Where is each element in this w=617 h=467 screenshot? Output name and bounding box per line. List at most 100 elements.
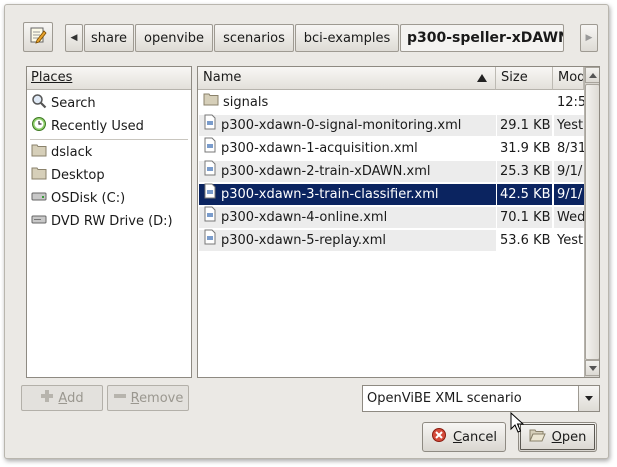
arrow-left-icon: ◀ xyxy=(70,33,78,43)
column-header-label: Name xyxy=(203,70,242,85)
file-name: p300-xdawn-5-replay.xml xyxy=(221,233,387,248)
crumb-openvibe[interactable]: openvibe xyxy=(135,24,213,52)
file-size: 25.3 KB xyxy=(500,164,551,179)
place-dvd-drive[interactable]: DVD RW Drive (D:) xyxy=(29,210,189,232)
file-name-cell: signals xyxy=(201,91,496,114)
places-header-label: Places xyxy=(31,70,73,85)
file-row[interactable]: p300-xdawn-0-signal-monitoring.xml 29.1 … xyxy=(198,114,584,137)
add-bookmark-button[interactable]: Add xyxy=(21,385,103,411)
file-name: p300-xdawn-3-train-classifier.xml xyxy=(221,187,439,202)
file-size: 42.5 KB xyxy=(500,187,551,202)
crumb-share[interactable]: share xyxy=(84,24,134,52)
cancel-button[interactable]: Cancel xyxy=(422,422,506,452)
file-modified: 12:5 xyxy=(557,95,584,110)
column-header-modified[interactable]: Mod xyxy=(553,67,584,90)
file-modified: 9/1/ xyxy=(557,164,583,179)
file-chooser-dialog: ◀ share openvibe scenarios bci-examples … xyxy=(4,4,609,459)
file-size: 29.1 KB xyxy=(500,118,551,133)
minus-icon xyxy=(113,389,127,407)
path-scroll-left-button[interactable]: ◀ xyxy=(65,24,83,52)
folder-icon xyxy=(31,143,47,161)
search-icon xyxy=(31,93,47,113)
crumb-bci-examples[interactable]: bci-examples xyxy=(295,24,399,52)
place-recently-used[interactable]: Recently Used xyxy=(29,115,189,137)
file-name-cell: p300-xdawn-5-replay.xml xyxy=(201,229,496,252)
remove-label: Remove xyxy=(130,390,184,406)
file-row-selected[interactable]: p300-xdawn-3-train-classifier.xml 42.5 K… xyxy=(198,183,584,206)
cancel-label: Cancel xyxy=(452,429,498,445)
places-header[interactable]: Places xyxy=(27,67,191,90)
scroll-up-button[interactable] xyxy=(585,67,599,83)
place-label: OSDisk (C:) xyxy=(51,190,126,206)
scroll-down-button[interactable] xyxy=(585,360,599,376)
folder-icon xyxy=(203,91,219,114)
chevron-down-icon xyxy=(585,396,593,401)
xml-file-icon xyxy=(203,137,217,160)
path-scroll-right-button[interactable]: ▶ xyxy=(580,24,598,52)
place-osdisk[interactable]: OSDisk (C:) xyxy=(29,187,189,209)
file-size: 70.1 KB xyxy=(500,210,551,225)
arrow-up-icon xyxy=(589,73,597,78)
filter-dropdown-button[interactable] xyxy=(578,386,599,411)
place-desktop[interactable]: Desktop xyxy=(29,164,189,186)
crumb-scenarios[interactable]: scenarios xyxy=(214,24,294,52)
file-name: p300-xdawn-2-train-xDAWN.xml xyxy=(221,164,431,179)
file-row[interactable]: p300-xdawn-1-acquisition.xml 31.9 KB 8/3… xyxy=(198,137,584,160)
xml-file-icon xyxy=(203,114,217,137)
file-list-scrollbar[interactable] xyxy=(584,67,599,377)
arrow-right-icon: ▶ xyxy=(585,33,593,43)
folder-icon xyxy=(31,166,47,184)
place-dslack[interactable]: dslack xyxy=(29,141,189,163)
drive-icon xyxy=(31,212,47,230)
file-name-cell: p300-xdawn-3-train-classifier.xml xyxy=(201,183,496,206)
file-modified: Wed xyxy=(557,210,584,225)
file-name: p300-xdawn-1-acquisition.xml xyxy=(221,141,418,156)
file-size xyxy=(498,91,552,114)
file-row[interactable]: p300-xdawn-5-replay.xml 53.6 KB Yest xyxy=(198,229,584,252)
file-row[interactable]: signals 12:5 xyxy=(198,91,584,114)
column-header-size[interactable]: Size xyxy=(496,67,553,90)
filter-value: OpenViBE XML scenario xyxy=(367,391,522,406)
place-label: Recently Used xyxy=(51,118,144,134)
open-button[interactable]: Open xyxy=(518,422,597,452)
crumb-current-folder[interactable]: p300-speller-xDAWN xyxy=(400,24,564,52)
add-label: Add xyxy=(58,390,84,406)
file-name-cell: p300-xdawn-4-online.xml xyxy=(201,206,496,229)
places-pane: Places Search Recently Used dslack Deskt… xyxy=(26,66,192,378)
column-header-name[interactable]: Name xyxy=(198,67,496,90)
xml-file-icon xyxy=(203,206,217,229)
file-modified: 8/31 xyxy=(557,141,584,156)
file-row[interactable]: p300-xdawn-2-train-xDAWN.xml 25.3 KB 9/1… xyxy=(198,160,584,183)
place-label: dslack xyxy=(51,144,93,160)
mouse-pointer-icon xyxy=(510,412,524,433)
plus-icon xyxy=(40,389,54,407)
file-type-filter[interactable]: OpenViBE XML scenario xyxy=(362,385,600,412)
file-modified: 9/1/ xyxy=(557,187,583,202)
xml-file-icon xyxy=(203,229,217,252)
file-name-cell: p300-xdawn-0-signal-monitoring.xml xyxy=(201,114,496,137)
file-name: p300-xdawn-4-online.xml xyxy=(221,210,388,225)
column-header-label: Mod xyxy=(558,70,584,85)
file-list: Name Size Mod signals 12:5 p300-xdawn-0-… xyxy=(197,66,600,378)
file-name: signals xyxy=(223,95,269,110)
file-name: p300-xdawn-0-signal-monitoring.xml xyxy=(221,118,462,133)
place-search[interactable]: Search xyxy=(29,92,189,114)
file-size: 53.6 KB xyxy=(500,233,551,248)
arrow-down-icon xyxy=(589,366,597,371)
file-size: 31.9 KB xyxy=(500,141,551,156)
file-name-cell: p300-xdawn-2-train-xDAWN.xml xyxy=(201,160,496,183)
place-label: DVD RW Drive (D:) xyxy=(51,213,173,229)
place-label: Desktop xyxy=(51,167,105,183)
file-row[interactable]: p300-xdawn-4-online.xml 70.1 KB Wed xyxy=(198,206,584,229)
drive-icon xyxy=(31,189,47,207)
place-label: Search xyxy=(51,95,96,111)
type-location-button[interactable] xyxy=(23,22,53,52)
sort-ascending-icon xyxy=(477,74,487,82)
remove-bookmark-button[interactable]: Remove xyxy=(107,385,189,411)
file-modified: Yest xyxy=(557,233,584,248)
cancel-icon xyxy=(431,427,447,447)
recent-icon xyxy=(31,116,47,136)
file-name-cell: p300-xdawn-1-acquisition.xml xyxy=(201,137,496,160)
scrollbar-thumb[interactable] xyxy=(585,84,599,360)
file-modified: Yest xyxy=(557,118,584,133)
